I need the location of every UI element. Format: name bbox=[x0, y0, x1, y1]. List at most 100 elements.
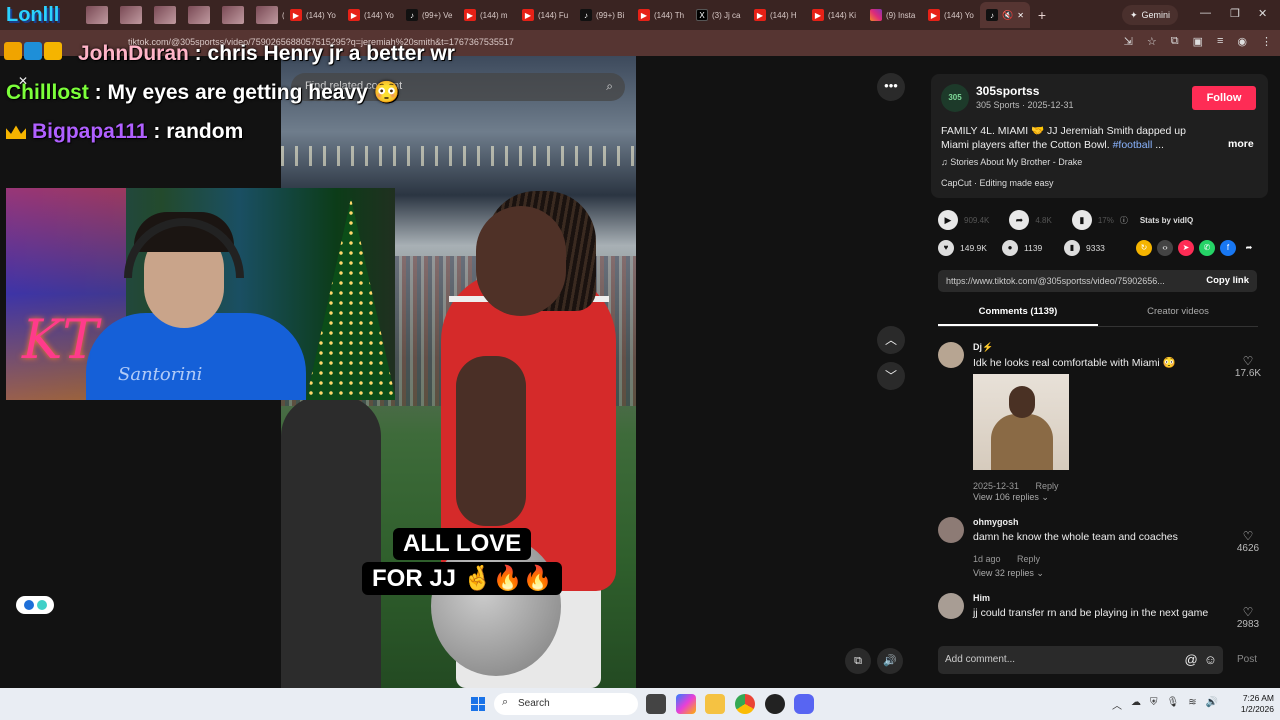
browser-tab[interactable]: ▶ (144) Yo bbox=[284, 2, 342, 28]
heart-outline-icon[interactable]: ♡ bbox=[1233, 605, 1263, 619]
comment-like[interactable]: ♡ 17.6K bbox=[1233, 354, 1263, 379]
tab-active[interactable]: ♪ 🔇 ✕ bbox=[980, 2, 1030, 28]
browser-tab[interactable]: (9) Insta bbox=[864, 2, 922, 28]
commenter-avatar[interactable] bbox=[938, 593, 964, 619]
share-arrow-icon[interactable]: ➦ bbox=[1009, 210, 1030, 230]
split-view-icon[interactable]: ▣ bbox=[1193, 35, 1203, 48]
browser-tab[interactable]: ▶ (144) Ki bbox=[806, 2, 864, 28]
discord-icon[interactable] bbox=[794, 694, 814, 714]
browser-tab[interactable]: ▶ (144) Fu bbox=[516, 2, 574, 28]
facebook-icon[interactable]: f bbox=[1220, 240, 1236, 256]
microphone-icon[interactable]: 🎙 bbox=[1167, 697, 1180, 712]
view-replies-button[interactable]: View 32 replies ⌄ bbox=[973, 568, 1044, 579]
next-video-button[interactable]: ﹀ bbox=[877, 362, 905, 390]
floating-player-icon[interactable]: ⧉ bbox=[845, 648, 871, 674]
extension-widget[interactable] bbox=[16, 596, 54, 614]
copy-link-button[interactable]: Copy link bbox=[1206, 275, 1249, 286]
commenter-name[interactable]: ohmygosh bbox=[973, 517, 1019, 527]
heart-icon[interactable]: ♥ bbox=[938, 240, 954, 256]
maximize-button[interactable]: ❐ bbox=[1230, 7, 1240, 20]
reply-button[interactable]: Reply bbox=[1017, 554, 1040, 564]
more-options-button[interactable]: ••• bbox=[877, 73, 905, 101]
commenter-name[interactable]: Dj⚡ bbox=[973, 342, 993, 353]
wifi-icon[interactable]: ≋ bbox=[1188, 697, 1196, 712]
comment-input[interactable]: Add comment... @ ☺ bbox=[938, 646, 1223, 674]
heart-outline-icon[interactable]: ♡ bbox=[1233, 529, 1263, 543]
comment-like[interactable]: ♡ 2983 bbox=[1233, 605, 1263, 630]
browser-tab[interactable]: ▶ (144) H bbox=[748, 2, 806, 28]
file-explorer-icon[interactable] bbox=[705, 694, 725, 714]
clock[interactable]: 7:26 AM 1/2/2026 bbox=[1232, 693, 1274, 715]
repost-icon[interactable]: ↻ bbox=[1136, 240, 1152, 256]
mention-icon[interactable]: @ bbox=[1185, 652, 1198, 667]
send-icon[interactable]: ➤ bbox=[1178, 240, 1194, 256]
share-url[interactable]: https://www.tiktok.com/@305sportss/video… bbox=[946, 276, 1186, 286]
profile-avatar[interactable]: ◉ bbox=[1237, 35, 1247, 48]
emoji-icon[interactable]: ☺ bbox=[1204, 652, 1217, 667]
menu-icon[interactable]: ⋮ bbox=[1261, 35, 1272, 48]
chrome-icon[interactable] bbox=[735, 694, 755, 714]
post-button[interactable]: Post bbox=[1237, 654, 1257, 665]
share-more-icon[interactable]: ➦ bbox=[1241, 240, 1257, 256]
embed-icon[interactable]: ‹› bbox=[1157, 240, 1173, 256]
commenter-avatar[interactable] bbox=[938, 342, 964, 368]
play-icon[interactable]: ▶ bbox=[938, 210, 958, 230]
browser-tab[interactable]: ♪ (99+) Ve bbox=[400, 2, 458, 28]
heart-outline-icon[interactable]: ♡ bbox=[1233, 354, 1263, 368]
browser-tab[interactable] bbox=[216, 2, 250, 28]
browser-tab[interactable] bbox=[114, 2, 148, 28]
browser-tab[interactable] bbox=[148, 2, 182, 28]
follow-button[interactable]: Follow bbox=[1192, 86, 1256, 110]
browser-tab[interactable]: ▶ (144) Yo bbox=[922, 2, 980, 28]
browser-tab[interactable] bbox=[182, 2, 216, 28]
start-button[interactable] bbox=[471, 697, 485, 711]
hashtag-link[interactable]: #football bbox=[1113, 139, 1153, 151]
speaker-icon[interactable]: 🔊 bbox=[1206, 697, 1218, 712]
tiktok-app-icon[interactable] bbox=[765, 694, 785, 714]
view-replies-button[interactable]: View 106 replies ⌄ bbox=[973, 492, 1049, 503]
browser-tab[interactable]: (65) Tw bbox=[250, 2, 284, 28]
browser-tab[interactable]: X (3) Jj ca bbox=[690, 2, 748, 28]
comment-photo[interactable] bbox=[973, 374, 1069, 470]
tab-comments[interactable]: Comments (1139) bbox=[938, 300, 1098, 326]
minimize-button[interactable]: — bbox=[1200, 7, 1211, 19]
stats-by-label[interactable]: Stats by vidIQ bbox=[1140, 216, 1193, 225]
chevron-up-icon[interactable]: ︿ bbox=[1112, 697, 1122, 712]
author-avatar[interactable]: 305 bbox=[941, 84, 969, 112]
commenter-name[interactable]: Him bbox=[973, 593, 990, 603]
taskbar-search[interactable]: ⌕ Search bbox=[494, 693, 638, 715]
bookmark-icon[interactable]: ▮ bbox=[1064, 240, 1080, 256]
browser-tab[interactable]: ▶ (144) m bbox=[458, 2, 516, 28]
close-window-button[interactable]: ✕ bbox=[1258, 7, 1267, 20]
author-name[interactable]: 305sportss bbox=[976, 84, 1039, 98]
new-tab-button[interactable]: + bbox=[1030, 7, 1054, 23]
commenter-avatar[interactable] bbox=[938, 517, 964, 543]
browser-tab[interactable]: ♪ (99+) Bi bbox=[574, 2, 632, 28]
extensions-icon[interactable]: ⧉ bbox=[1171, 35, 1179, 48]
task-view-icon[interactable] bbox=[646, 694, 666, 714]
close-tab-icon[interactable]: ✕ bbox=[1017, 11, 1024, 20]
bar-chart-icon[interactable]: ▮ bbox=[1071, 210, 1092, 230]
security-icon[interactable]: ⛨ bbox=[1150, 697, 1158, 712]
close-overlay-icon[interactable]: ✕ bbox=[18, 74, 28, 88]
comment-icon[interactable]: ● bbox=[1002, 240, 1018, 256]
bookmark-star-icon[interactable]: ☆ bbox=[1147, 35, 1157, 48]
capcut-link[interactable]: CapCut · Editing made easy bbox=[941, 178, 1054, 188]
music-link[interactable]: ♫ Stories About My Brother - Drake bbox=[941, 157, 1082, 167]
search-icon[interactable]: ⌕ bbox=[606, 79, 613, 94]
gemini-button[interactable]: ✦ Gemini bbox=[1122, 5, 1179, 25]
browser-tab[interactable]: ▶ (144) Th bbox=[632, 2, 690, 28]
browser-tab[interactable]: ▶ (144) Yo bbox=[342, 2, 400, 28]
reply-button[interactable]: Reply bbox=[1036, 481, 1059, 491]
volume-icon[interactable]: 🔊 bbox=[877, 648, 903, 674]
more-button[interactable]: more bbox=[1228, 138, 1254, 150]
whatsapp-icon[interactable]: ✆ bbox=[1199, 240, 1215, 256]
tab-creator-videos[interactable]: Creator videos bbox=[1098, 300, 1258, 326]
previous-video-button[interactable]: ︿ bbox=[877, 326, 905, 354]
mute-icon[interactable]: 🔇 bbox=[1002, 10, 1013, 21]
install-app-icon[interactable]: ⇲ bbox=[1124, 35, 1133, 48]
copilot-icon[interactable] bbox=[676, 694, 696, 714]
browser-tab[interactable] bbox=[80, 2, 114, 28]
comment-like[interactable]: ♡ 4626 bbox=[1233, 529, 1263, 554]
reading-list-icon[interactable]: ≡ bbox=[1217, 35, 1223, 48]
